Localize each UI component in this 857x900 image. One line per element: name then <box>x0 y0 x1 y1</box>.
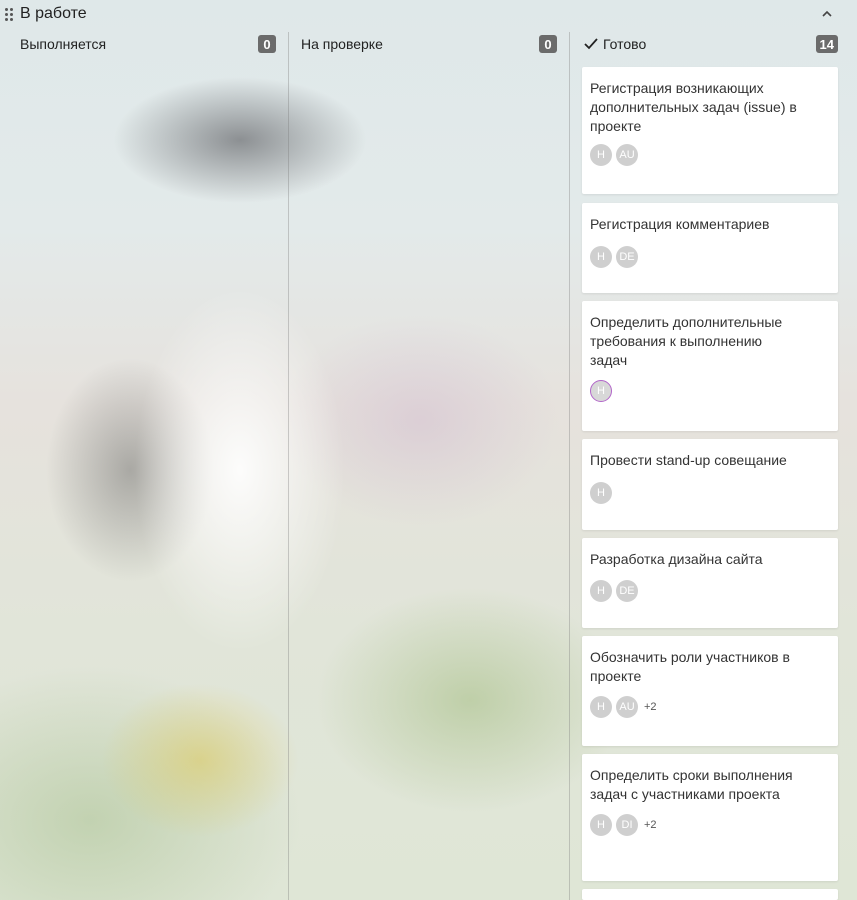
column-header: Выполняется 0 <box>20 33 276 55</box>
chevron-up-icon[interactable] <box>819 6 835 22</box>
more-assignees-count[interactable]: +2 <box>644 819 657 831</box>
assignee-list: H DE <box>590 246 830 268</box>
column-review: На проверке 0 <box>301 28 557 900</box>
column-title: Готово <box>603 36 647 52</box>
avatar[interactable]: DE <box>616 246 638 268</box>
group-header: В работе <box>0 0 857 28</box>
task-card[interactable] <box>582 889 838 900</box>
task-title: Определить сроки выполнения задач с учас… <box>590 767 793 802</box>
avatar[interactable]: H <box>590 696 612 718</box>
column-header: Готово 14 <box>583 33 838 55</box>
avatar[interactable]: DI <box>616 814 638 836</box>
task-card[interactable]: Определить дополнительные требования к в… <box>582 301 838 431</box>
avatar[interactable]: H <box>590 144 612 166</box>
drag-handle-icon[interactable] <box>5 8 13 21</box>
assignee-list: H DI +2 <box>590 814 830 836</box>
task-title: Определить дополнительные требования к в… <box>590 314 783 368</box>
avatar[interactable]: H <box>590 380 612 402</box>
task-title: Разработка дизайна сайта <box>590 551 763 567</box>
column-count-badge: 0 <box>258 35 276 53</box>
task-card[interactable]: Регистрация комментариев H DE <box>582 203 838 293</box>
avatar[interactable]: DE <box>616 580 638 602</box>
avatar[interactable]: H <box>590 482 612 504</box>
assignee-list: H <box>590 380 830 402</box>
avatar[interactable]: H <box>590 814 612 836</box>
task-card[interactable]: Разработка дизайна сайта H DE <box>582 538 838 628</box>
task-title: Обозначить роли участников в проекте <box>590 649 790 684</box>
column-count-badge: 0 <box>539 35 557 53</box>
avatar[interactable]: AU <box>616 696 638 718</box>
assignee-list: H AU <box>590 144 830 166</box>
assignee-list: H DE <box>590 580 830 602</box>
more-assignees-count[interactable]: +2 <box>644 701 657 713</box>
task-card[interactable]: Провести stand-up совещание H <box>582 439 838 530</box>
column-count-badge: 14 <box>815 35 838 53</box>
assignee-list: H AU +2 <box>590 696 830 718</box>
column-title: Выполняется <box>20 36 107 52</box>
check-icon <box>583 36 599 52</box>
column-in-progress: Выполняется 0 <box>20 28 276 900</box>
column-divider <box>288 32 289 900</box>
group-title: В работе <box>20 5 87 22</box>
avatar[interactable]: H <box>590 246 612 268</box>
assignee-list: H <box>590 482 830 504</box>
task-card[interactable]: Обозначить роли участников в проекте H A… <box>582 636 838 746</box>
task-title: Регистрация возникающих дополнительных з… <box>590 80 797 134</box>
task-card[interactable]: Определить сроки выполнения задач с учас… <box>582 754 838 881</box>
column-divider <box>569 32 570 900</box>
task-card[interactable]: Регистрация возникающих дополнительных з… <box>582 67 838 194</box>
task-title: Регистрация комментариев <box>590 216 770 232</box>
task-title: Провести stand-up совещание <box>590 452 787 468</box>
avatar[interactable]: H <box>590 580 612 602</box>
column-header: На проверке 0 <box>301 33 557 55</box>
column-title: На проверке <box>301 36 383 52</box>
avatar[interactable]: AU <box>616 144 638 166</box>
